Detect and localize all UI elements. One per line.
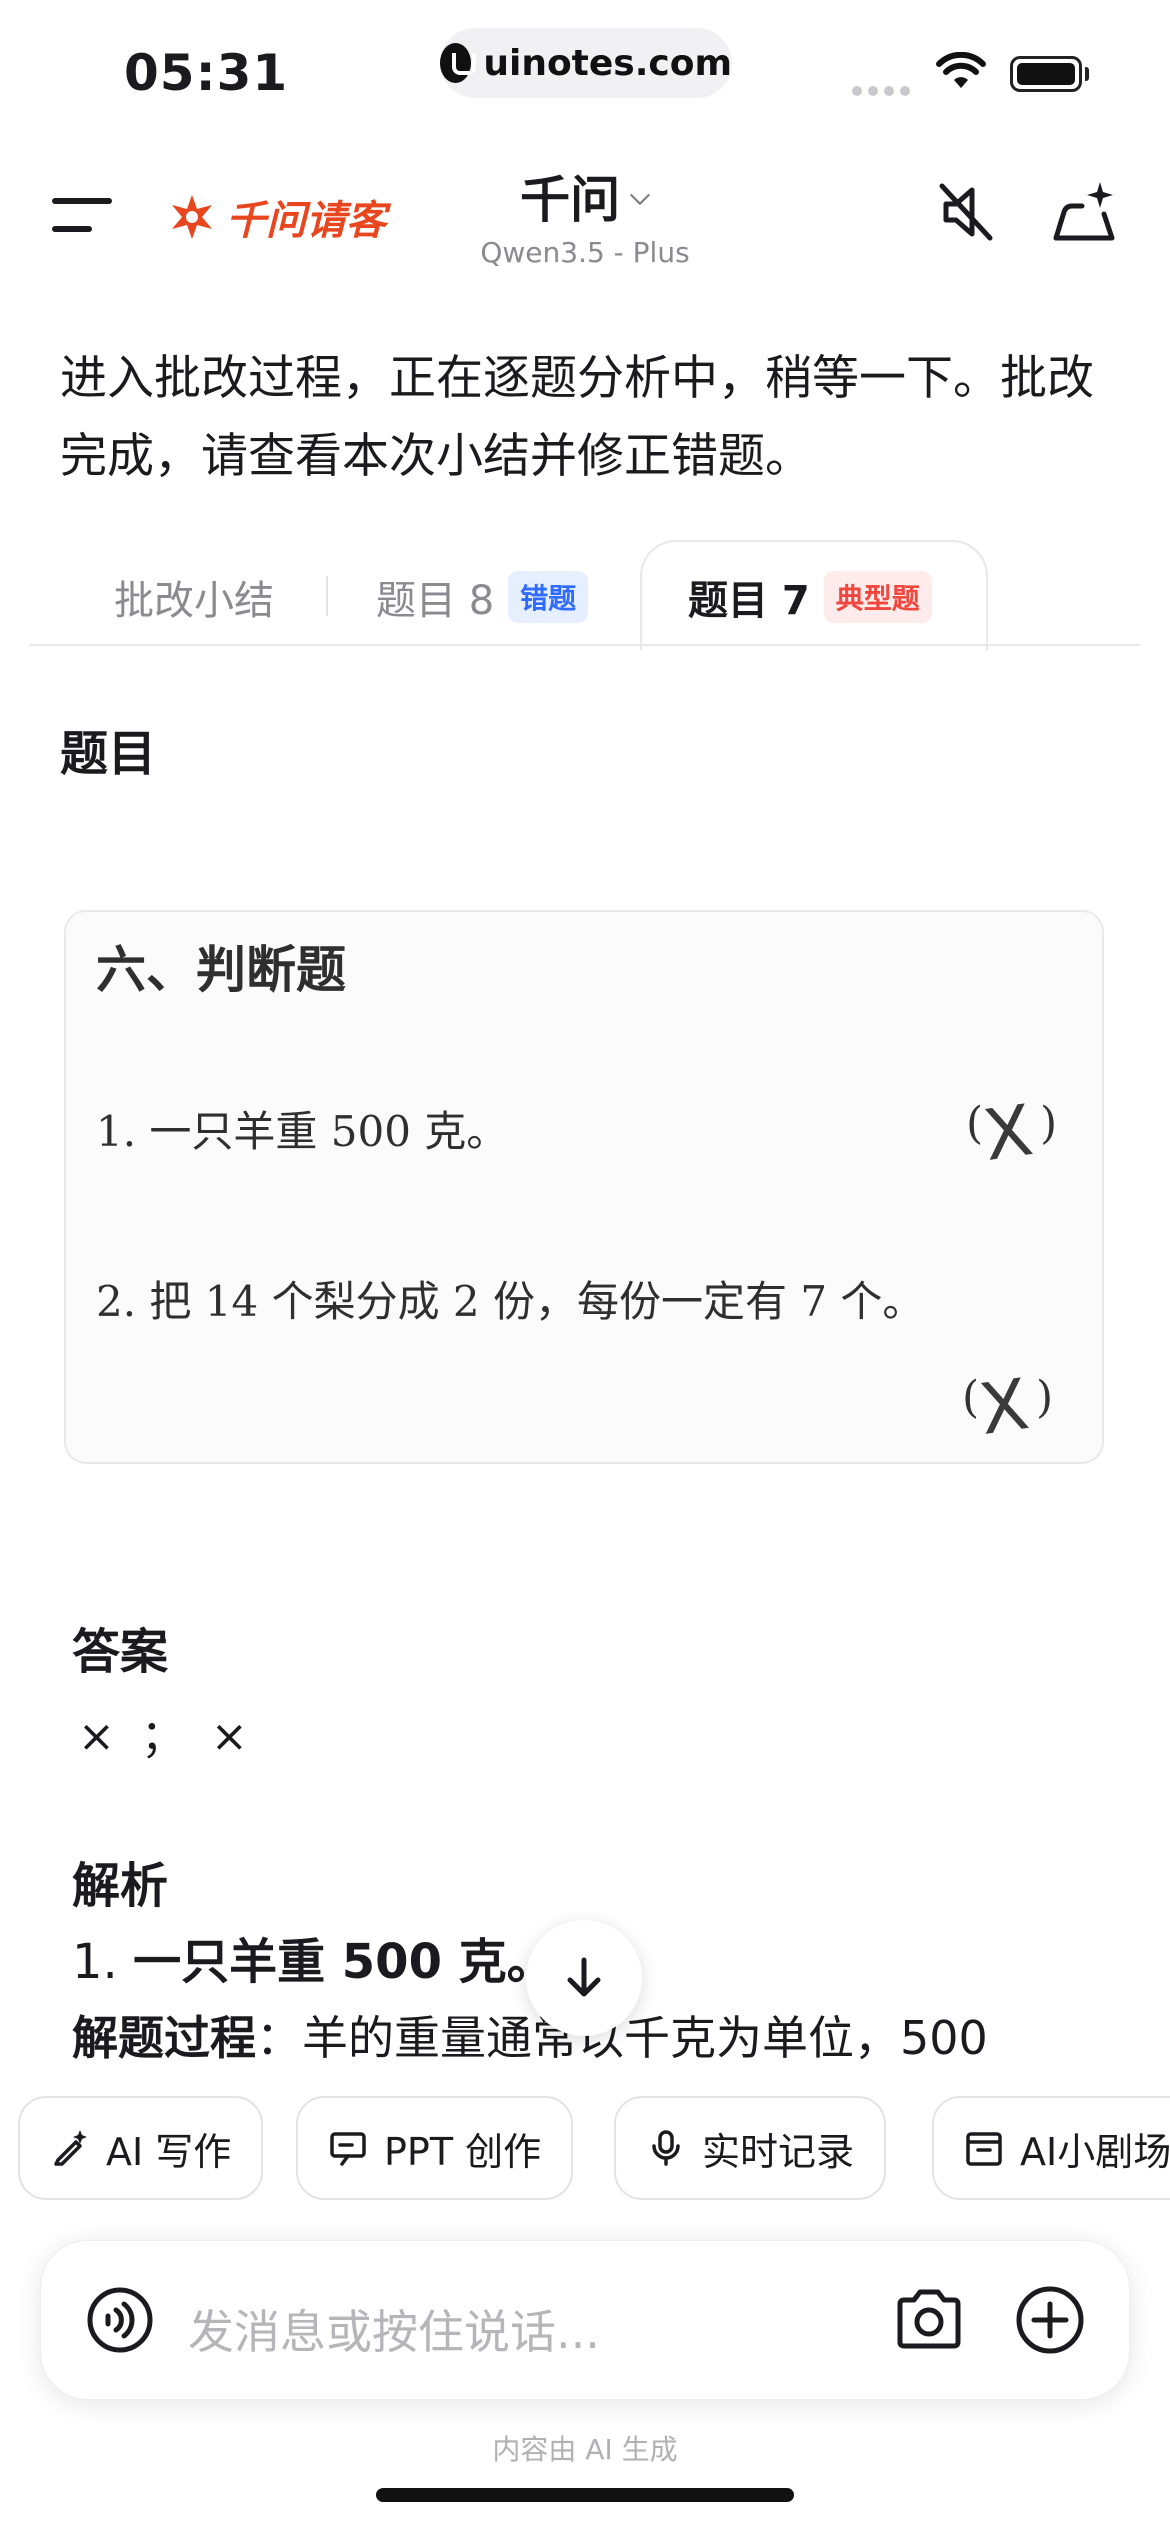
typical-badge: 典型题 xyxy=(823,571,932,623)
voice-wave-icon[interactable] xyxy=(86,2286,154,2354)
pen-sparkle-icon xyxy=(54,2130,87,2166)
battery-nub xyxy=(1085,67,1089,81)
chip-label: AI小剧场 xyxy=(1020,2129,1170,2174)
chip-ppt[interactable]: PPT 创作 xyxy=(296,2096,574,2200)
ai-disclaimer: 内容由 AI 生成 xyxy=(492,2433,678,2466)
tab-label: 批改小结 xyxy=(114,578,274,624)
assistant-message: 进入批改过程，正在逐题分析中，稍等一下。批改完成，请查看本次小结并修正错题。 xyxy=(60,351,1094,484)
answer-text: × ； × xyxy=(78,1711,254,1762)
tab-label: 题目 8 xyxy=(376,578,495,624)
add-icon[interactable] xyxy=(1014,2284,1086,2356)
uinotes-logo-icon xyxy=(440,43,477,83)
microphone-icon xyxy=(652,2130,680,2166)
tabs-divider xyxy=(30,644,1140,646)
analysis-item-1: 1. 一只羊重 500 克。 xyxy=(72,1922,555,1992)
image-section-title: 六、判断题 xyxy=(96,940,346,999)
answer-heading: 答案 xyxy=(72,1624,169,1680)
analysis-item-title: 一只羊重 500 克。 xyxy=(133,1934,555,1990)
presentation-icon xyxy=(330,2132,366,2166)
tab-label: 题目 7 xyxy=(688,578,810,624)
scroll-down-button[interactable] xyxy=(526,1920,642,2036)
speaker-mute-icon[interactable] xyxy=(932,178,1000,246)
analysis-item-number: 1. xyxy=(72,1934,134,1990)
image-cross-mark-1: X xyxy=(978,1089,1038,1177)
brand-star-icon xyxy=(172,195,212,239)
new-chat-sparkle-icon[interactable] xyxy=(1048,176,1120,248)
chip-label: AI 写作 xyxy=(106,2129,232,2174)
tab-summary[interactable]: 批改小结 xyxy=(114,568,274,626)
message-input[interactable]: 发消息或按住说话... xyxy=(188,2296,600,2362)
arrow-down-icon xyxy=(567,1957,601,1997)
chip-label: 实时记录 xyxy=(702,2129,855,2174)
analysis-heading: 解析 xyxy=(72,1858,169,1914)
brand-logo[interactable]: 千问请客 xyxy=(166,188,386,246)
tab-question-7[interactable]: 题目 7 典型题 xyxy=(688,568,932,626)
tab-separator xyxy=(326,576,328,616)
battery-icon xyxy=(1010,56,1082,92)
image-paren-close: ) xyxy=(1036,1372,1054,1423)
theater-icon xyxy=(966,2132,1002,2166)
wifi-icon xyxy=(936,52,986,88)
chip-ai-theater[interactable]: AI小剧场 xyxy=(932,2096,1170,2200)
chip-live-record[interactable]: 实时记录 xyxy=(614,2096,887,2200)
analysis-process-label: 解题过程 xyxy=(72,2011,256,2065)
tab-question-8[interactable]: 题目 8 错题 xyxy=(376,568,589,626)
model-subtitle: Qwen3.5 - Plus xyxy=(480,236,690,269)
url-pill[interactable]: uinotes.com xyxy=(440,28,732,98)
menu-icon[interactable] xyxy=(52,196,114,236)
image-item-1: 1. 一只羊重 500 克。 xyxy=(96,1107,509,1156)
cellular-signal-icon xyxy=(852,86,910,96)
page-title: 千问 xyxy=(520,171,621,229)
chevron-down-icon: ⌵ xyxy=(630,180,650,211)
brand-text: 千问请客 xyxy=(226,198,386,244)
status-time: 05:31 xyxy=(124,44,289,102)
chip-ai-writing[interactable]: AI 写作 xyxy=(18,2096,264,2200)
image-cross-mark-2: X xyxy=(974,1363,1034,1451)
home-indicator[interactable] xyxy=(376,2488,794,2502)
question-image[interactable]: 六、判断题 1. 一只羊重 500 克。 ( X ) 2. 把 14 个梨分成 … xyxy=(64,910,1104,1464)
wrong-badge: 错题 xyxy=(508,571,589,623)
chip-label: PPT 创作 xyxy=(384,2129,542,2174)
question-heading: 题目 xyxy=(60,726,157,782)
image-paren-close: ) xyxy=(1040,1098,1058,1149)
url-text: uinotes.com xyxy=(483,42,732,84)
model-selector[interactable]: 千问 ⌵ Qwen3.5 - Plus xyxy=(420,160,750,269)
image-item-2: 2. 把 14 个梨分成 2 份，每份一定有 7 个。 xyxy=(96,1277,925,1326)
camera-icon[interactable] xyxy=(894,2286,964,2352)
